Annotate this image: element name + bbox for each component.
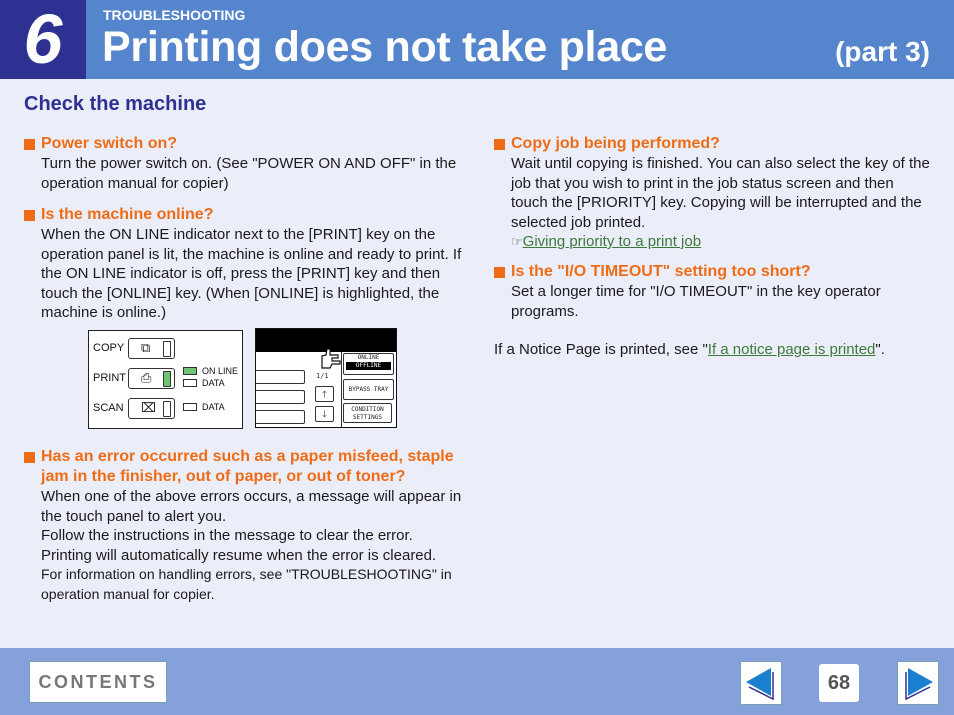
panel-row-copy: COPY ⧉: [89, 338, 242, 360]
previous-arrow-icon: [746, 668, 774, 701]
indicator-label: ON LINE: [202, 366, 239, 376]
scroll-up-icon: 🡑: [315, 386, 334, 402]
item-copy-job: Copy job being performed? Wait until cop…: [494, 134, 934, 252]
lamp-indicator: [163, 341, 171, 357]
online-offline-button: ONLINE OFFLINE: [343, 353, 394, 375]
reference-pointer-icon: ☞: [511, 234, 523, 249]
print-key: ⎙: [128, 368, 175, 389]
panel-key-label: COPY: [93, 342, 125, 354]
touch-panel-field: [256, 390, 305, 404]
touch-panel-field: [256, 410, 305, 424]
copy-icon: ⧉: [141, 340, 151, 355]
notice-page-link[interactable]: If a notice page is printed: [708, 341, 876, 358]
indicator-label: DATA: [202, 402, 225, 412]
panel-row-scan: SCAN ⌧ DATA: [89, 398, 242, 420]
priority-print-job-link[interactable]: Giving priority to a print job: [523, 233, 701, 250]
panel-key-label: SCAN: [93, 402, 124, 414]
bullet-icon: [24, 139, 35, 150]
item-body: Wait until copying is finished. You can …: [494, 154, 934, 252]
bullet-icon: [494, 267, 505, 278]
copy-key: ⧉: [128, 338, 175, 359]
item-title: Has an error occurred such as a paper mi…: [24, 447, 464, 487]
scanner-icon: ⌧: [141, 400, 156, 415]
notice-page-note: If a Notice Page is printed, see "If a n…: [494, 341, 885, 358]
previous-page-button[interactable]: [740, 661, 782, 705]
panel-key-label: PRINT: [93, 372, 126, 384]
online-label: ONLINE: [357, 354, 380, 361]
next-arrow-icon: [905, 668, 933, 701]
online-indicator: [183, 367, 197, 375]
reference-link-row: ☞Giving priority to a print job: [511, 232, 934, 252]
item-body: When the ON LINE indicator next to the […: [41, 226, 462, 321]
panel-row-print: PRINT ⎙ ON LINE DATA: [89, 366, 242, 390]
touch-panel-illustration: 1/1 🡑 🡓 ONLINE OFFLINE BYPASS TRAY CONDI…: [255, 328, 397, 428]
printer-icon: ⎙: [141, 370, 152, 385]
contents-button[interactable]: CONTENTS: [29, 661, 167, 703]
pointing-hand-icon: [321, 348, 341, 369]
bullet-icon: [24, 452, 35, 463]
page-number: 68: [819, 664, 859, 702]
item-title: Copy job being performed?: [494, 134, 934, 154]
item-body: Turn the power switch on. (See "POWER ON…: [41, 155, 457, 192]
chapter-number: 6: [23, 0, 63, 78]
indicator-label: DATA: [202, 378, 225, 388]
item-body: When one of the above errors occurs, a m…: [41, 488, 462, 602]
page-title: Printing does not take place: [102, 23, 668, 71]
item-title: Is the machine online?: [24, 205, 464, 225]
next-page-button[interactable]: [897, 661, 939, 705]
lamp-indicator: [163, 371, 171, 387]
bullet-icon: [494, 139, 505, 150]
operation-panel-illustration: COPY ⧉ PRINT ⎙ ON LINE DATA SCAN ⌧ DATA: [88, 330, 243, 429]
item-title: Power switch on?: [24, 134, 464, 154]
page-indicator: 1/1: [316, 372, 329, 380]
bullet-icon: [24, 210, 35, 221]
item-title: Is the "I/O TIMEOUT" setting too short?: [494, 262, 934, 282]
part-label: (part 3): [835, 36, 930, 67]
section-label: TROUBLESHOOTING: [103, 7, 246, 23]
scan-key: ⌧: [128, 398, 175, 419]
data-indicator: [183, 379, 197, 387]
item-machine-online: Is the machine online? When the ON LINE …: [24, 205, 464, 323]
offline-label: OFFLINE: [346, 362, 391, 370]
item-io-timeout: Is the "I/O TIMEOUT" setting too short? …: [494, 262, 934, 321]
item-body: Set a longer time for "I/O TIMEOUT" in t…: [511, 283, 881, 320]
bypass-tray-button: BYPASS TRAY: [343, 379, 394, 400]
section-heading: Check the machine: [24, 93, 207, 115]
scroll-down-icon: 🡓: [315, 406, 334, 422]
condition-settings-button: CONDITION SETTINGS: [343, 403, 392, 423]
item-power-switch: Power switch on? Turn the power switch o…: [24, 134, 464, 193]
lamp-indicator: [163, 401, 171, 417]
item-error-occurred: Has an error occurred such as a paper mi…: [24, 447, 464, 604]
touch-panel-field: [256, 370, 305, 384]
chapter-box: 6: [0, 0, 86, 79]
data-indicator: [183, 403, 197, 411]
